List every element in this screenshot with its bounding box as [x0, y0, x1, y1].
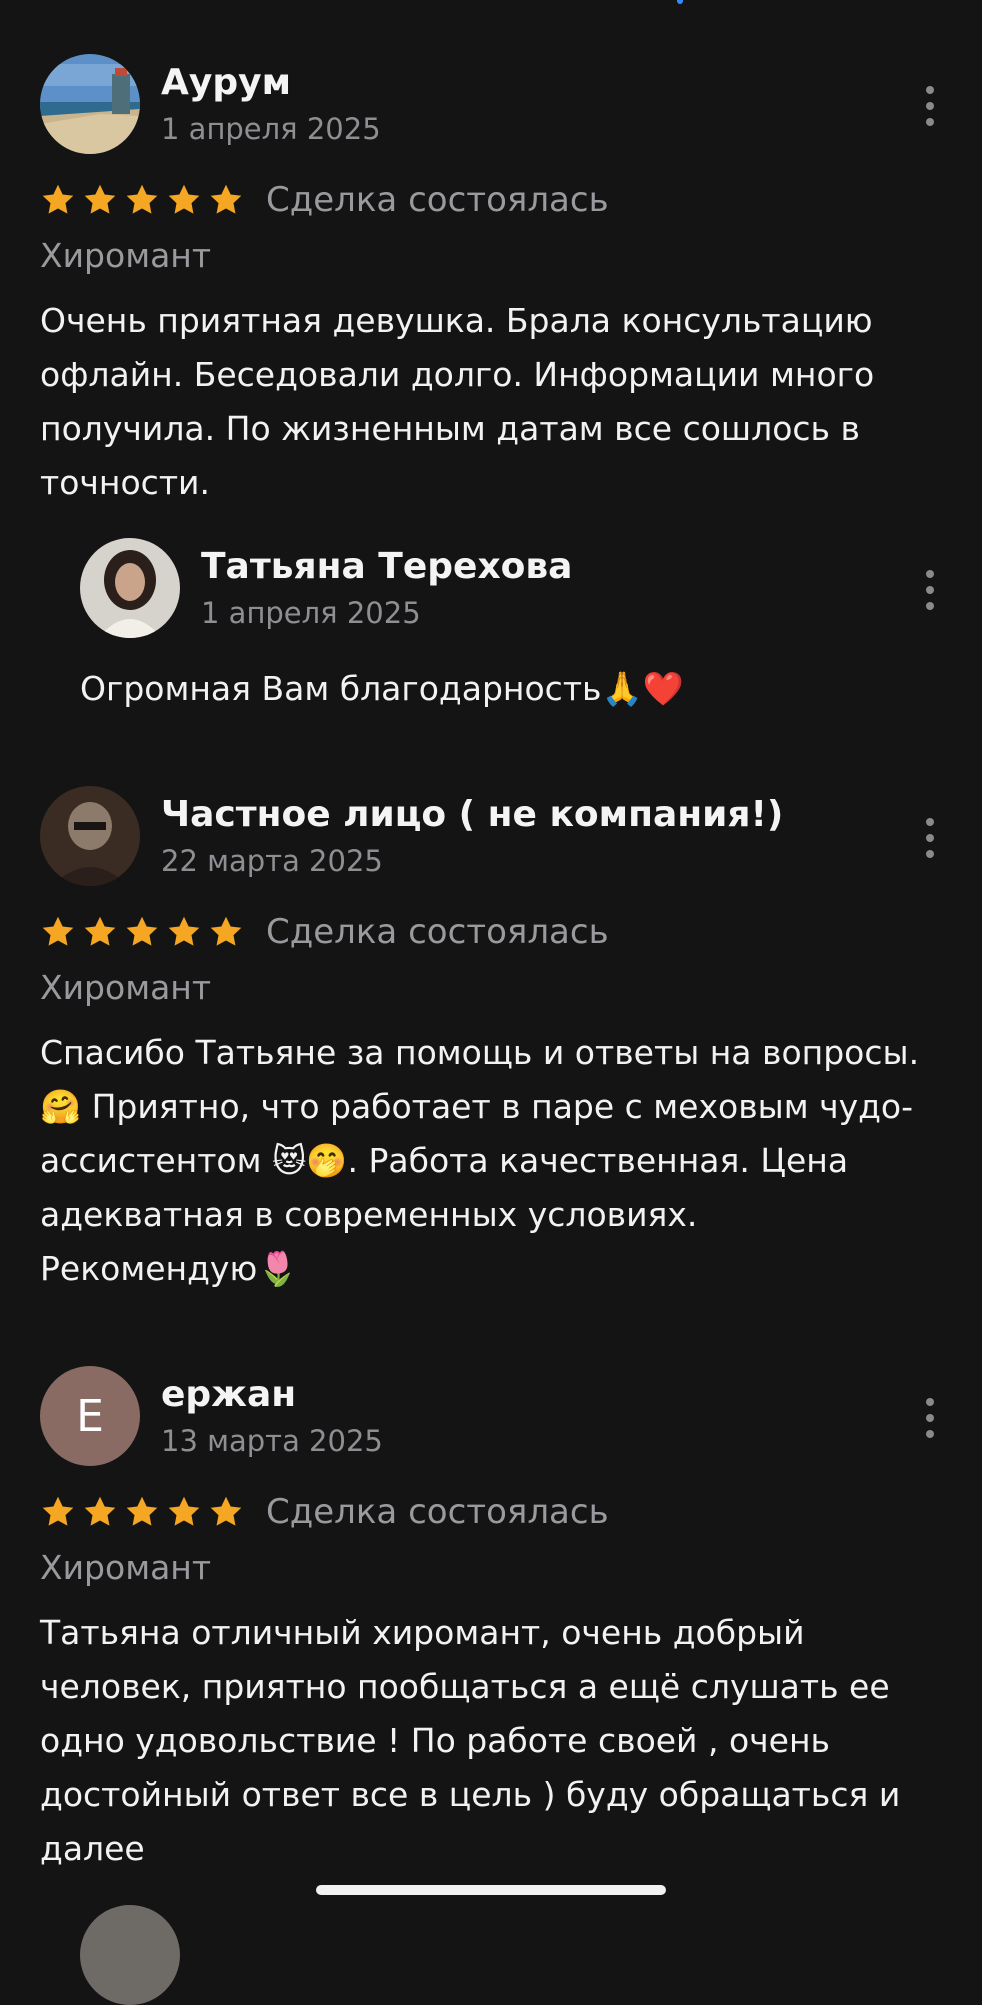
- reply-text: Огромная Вам благодарность🙏❤️: [80, 662, 982, 716]
- avatar[interactable]: Е: [40, 1366, 140, 1466]
- reply-text-line: Огромная Вам благодарность🙏❤️: [80, 669, 684, 708]
- review-text-line: Спасибо Татьяне за помощь и ответы на во…: [40, 1033, 920, 1072]
- review-text-line: получила. По жизненным датам все сошлось…: [40, 409, 860, 448]
- review-text-line: далее: [40, 1829, 145, 1868]
- review-text: Татьяна отличный хиромант, очень добрый …: [40, 1606, 950, 1876]
- reply-date: 1 апреля 2025: [201, 596, 421, 630]
- deal-status: Сделка состоялась: [266, 912, 609, 952]
- top-tab-indicator: [677, 0, 683, 4]
- review-text-line: одно удовольствие ! По работе своей , оч…: [40, 1721, 830, 1760]
- review-text: Спасибо Татьяне за помощь и ответы на во…: [40, 1026, 950, 1296]
- review-text-line: достойный ответ все в цель ) буду обраща…: [40, 1775, 901, 1814]
- review-header: Е ержан 13 марта 2025: [40, 1366, 940, 1466]
- review-author[interactable]: ержан: [161, 1374, 296, 1415]
- star-icon: [42, 916, 74, 946]
- review-header: Аурум 1 апреля 2025: [40, 54, 940, 154]
- review-text-line: Татьяна отличный хиромант, очень добрый: [40, 1613, 805, 1652]
- review-text-line: Очень приятная девушка. Брала консультац…: [40, 301, 873, 340]
- deal-status: Сделка состоялась: [266, 1492, 609, 1532]
- star-icon: [126, 184, 158, 214]
- more-options-icon[interactable]: [920, 818, 940, 858]
- star-icon: [84, 1496, 116, 1526]
- star-icon: [210, 916, 242, 946]
- review-category: Хиромант: [40, 1548, 212, 1587]
- more-options-icon[interactable]: [920, 1398, 940, 1438]
- rating-row: Сделка состоялась: [40, 178, 609, 222]
- star-rating: [40, 182, 250, 218]
- star-icon: [42, 184, 74, 214]
- rating-row: Сделка состоялась: [40, 910, 609, 954]
- review-date: 13 марта 2025: [161, 1424, 383, 1458]
- star-icon: [84, 916, 116, 946]
- review-text-line: офлайн. Беседовали долго. Информации мно…: [40, 355, 875, 394]
- avatar[interactable]: [40, 786, 140, 886]
- more-options-icon[interactable]: [920, 86, 940, 126]
- rating-row: Сделка состоялась: [40, 1490, 609, 1534]
- star-icon: [168, 916, 200, 946]
- star-icon: [210, 184, 242, 214]
- deal-status: Сделка состоялась: [266, 180, 609, 220]
- review-text-line: адекватная в современных условиях.: [40, 1195, 698, 1234]
- review-text-line: точности.: [40, 463, 210, 502]
- review-date: 1 апреля 2025: [161, 112, 381, 146]
- review-category: Хиромант: [40, 968, 212, 1007]
- review-text-line: 🤗 Приятно, что работает в паре с меховым…: [40, 1087, 914, 1126]
- review-text-line: ассистентом 😻🤭. Работа качественная. Цен…: [40, 1141, 849, 1180]
- review-header: Частное лицо ( не компания!) 22 марта 20…: [40, 786, 940, 886]
- review-category: Хиромант: [40, 236, 212, 275]
- star-rating: [40, 914, 250, 950]
- review-text-line: человек, приятно пообщаться а ещё слушат…: [40, 1667, 890, 1706]
- star-rating: [40, 1494, 250, 1530]
- star-icon: [84, 184, 116, 214]
- star-icon: [210, 1496, 242, 1526]
- review-author[interactable]: Частное лицо ( не компания!): [161, 794, 783, 835]
- review-text: Очень приятная девушка. Брала консультац…: [40, 294, 950, 510]
- review-date: 22 марта 2025: [161, 844, 383, 878]
- star-icon: [42, 1496, 74, 1526]
- more-options-icon[interactable]: [920, 570, 940, 610]
- star-icon: [126, 1496, 158, 1526]
- review-text-line: Рекомендую🌷: [40, 1249, 299, 1288]
- reply-author[interactable]: Татьяна Терехова: [201, 546, 572, 587]
- star-icon: [168, 184, 200, 214]
- star-icon: [126, 916, 158, 946]
- avatar[interactable]: [80, 538, 180, 638]
- reply-header: Татьяна Терехова 1 апреля 2025: [80, 538, 940, 638]
- avatar[interactable]: [80, 1905, 180, 2005]
- avatar[interactable]: [40, 54, 140, 154]
- star-icon: [168, 1496, 200, 1526]
- home-indicator[interactable]: [316, 1885, 666, 1895]
- review-author[interactable]: Аурум: [161, 62, 291, 103]
